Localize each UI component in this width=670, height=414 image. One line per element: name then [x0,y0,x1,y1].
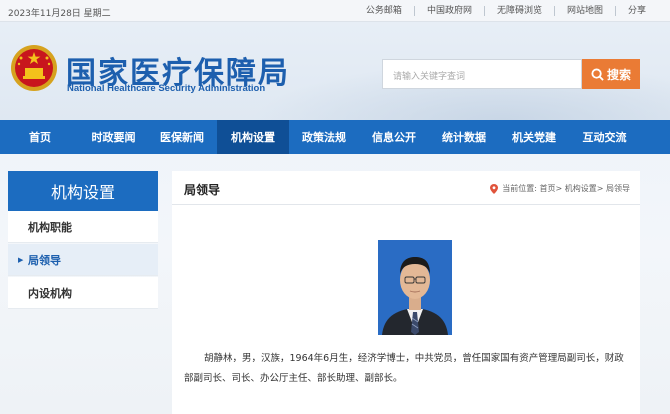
breadcrumb-text[interactable]: 当前位置: 首页> 机构设置> 局领导 [502,183,630,194]
page-title: 局领导 [184,183,221,197]
sidebar-item-label: 机构职能 [28,220,72,234]
location-pin-icon [490,183,499,194]
link-sitemap[interactable]: 网站地图 [553,6,615,16]
nav-party-building[interactable]: 机关党建 [499,120,569,154]
search-button-label: 搜索 [606,67,631,82]
sidebar-item-leaders[interactable]: ▶ 局领导 [8,244,158,276]
sidebar-item-label: 内设机构 [28,286,72,300]
search-input[interactable]: 请输入关键字查词 [382,59,582,89]
sidebar-heading: 机构设置 [8,171,158,211]
link-official-mail[interactable]: 公务邮箱 [354,6,414,16]
link-accessibility[interactable]: 无障碍浏览 [483,6,554,16]
active-arrow-icon: ▶ [18,255,24,264]
leader-biography: 胡静林，男，汉族，1964年6月生，经济学博士，中共党员，曾任国家国有资产管理局… [184,353,624,384]
sidebar-item-functions[interactable]: 机构职能 [8,211,158,243]
main-navigation: 首页 时政要闻 医保新闻 机构设置 政策法规 信息公开 统计数据 机关党建 互动… [0,120,670,154]
nav-organization[interactable]: 机构设置 [217,120,289,154]
sidebar-item-departments[interactable]: 内设机构 [8,277,158,309]
link-share[interactable]: 分享 [614,6,658,16]
utility-links: 公务邮箱 中国政府网 无障碍浏览 网站地图 分享 [354,6,658,16]
nav-healthcare-news[interactable]: 医保新闻 [147,120,217,154]
site-title-english: National Healthcare Security Administrat… [67,83,266,94]
main-content: 局领导 当前位置: 首页> 机构设置> 局领导 胡静林，男，汉族，1964年6月… [172,171,640,414]
sidebar-item-label: 局领导 [28,253,61,267]
nav-policies[interactable]: 政策法规 [289,120,359,154]
search-icon [591,67,604,81]
search-button[interactable]: 搜索 [582,59,640,89]
nav-home[interactable]: 首页 [0,120,80,154]
current-date: 2023年11月28日 星期二 [8,9,111,19]
national-emblem-icon[interactable] [10,44,58,92]
link-gov-portal[interactable]: 中国政府网 [413,6,484,16]
content-header: 局领导 当前位置: 首页> 机构设置> 局领导 [172,171,640,205]
nav-statistics[interactable]: 统计数据 [429,120,499,154]
site-header: 国家医疗保障局 National Healthcare Security Adm… [0,22,670,120]
leader-portrait-photo [378,240,452,335]
nav-interaction[interactable]: 互动交流 [569,120,640,154]
breadcrumb: 当前位置: 首页> 机构设置> 局领导 [490,183,630,194]
nav-political-news[interactable]: 时政要闻 [80,120,147,154]
top-utility-bar: 2023年11月28日 星期二 公务邮箱 中国政府网 无障碍浏览 网站地图 分享 [0,0,670,22]
nav-info-disclosure[interactable]: 信息公开 [359,120,429,154]
